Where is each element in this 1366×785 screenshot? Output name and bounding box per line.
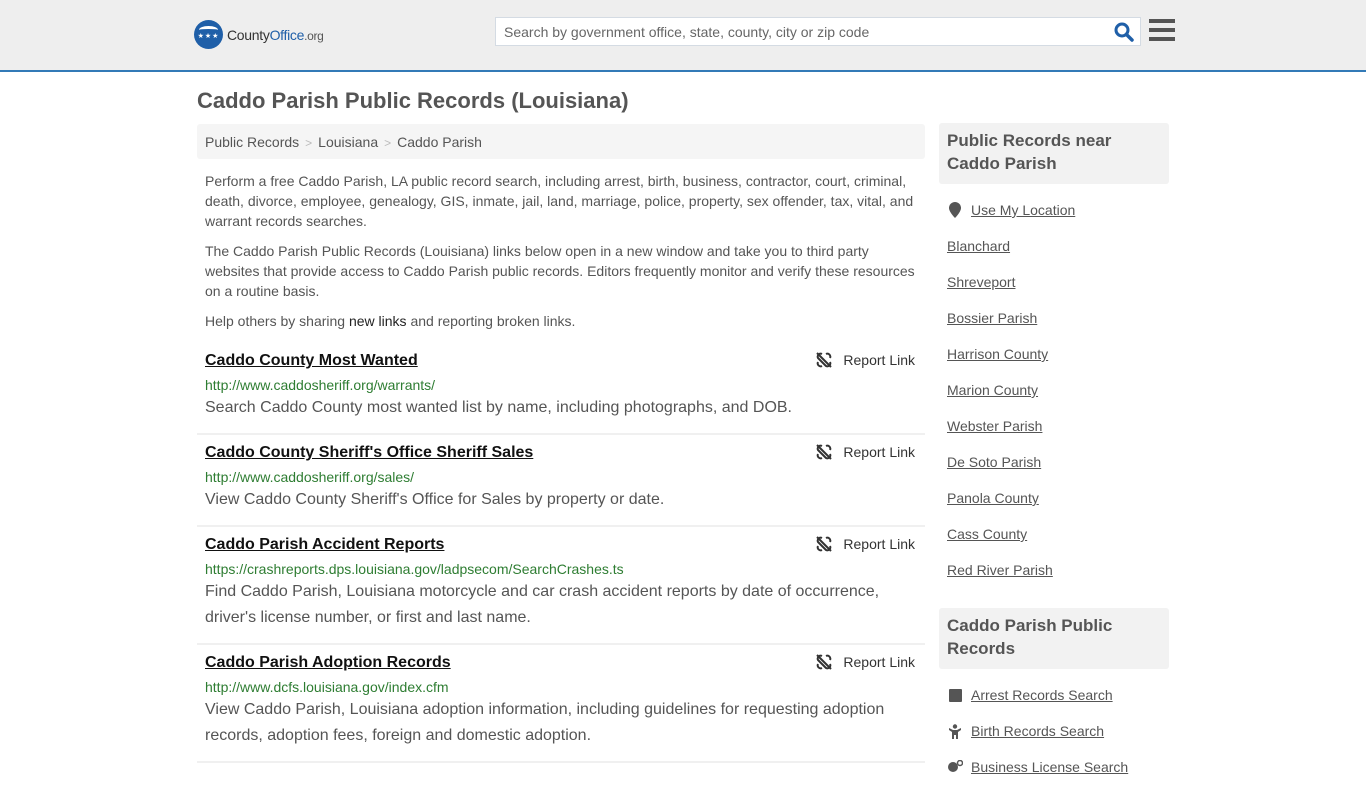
result-item: Caddo Parish Accident Reports https://cr… <box>197 527 925 645</box>
business-license-link[interactable]: Business License Search <box>971 759 1128 775</box>
report-link-button[interactable]: Report Link <box>816 352 915 368</box>
nearby-item: Shreveport <box>947 264 1161 300</box>
result-url[interactable]: http://www.caddosheriff.org/sales/ <box>205 468 917 486</box>
broken-link-icon <box>816 654 833 670</box>
nearby-link-bossier-parish[interactable]: Bossier Parish <box>947 310 1037 326</box>
search-icon <box>1114 22 1134 42</box>
intro-paragraph: Perform a free Caddo Parish, LA public r… <box>205 173 914 229</box>
nearby-link-harrison-county[interactable]: Harrison County <box>947 346 1048 362</box>
nearby-item: Blanchard <box>947 228 1161 264</box>
result-title-link[interactable]: Caddo Parish Adoption Records <box>205 653 917 673</box>
search-input[interactable] <box>496 18 1096 45</box>
sidebar: Public Records near Caddo Parish Use My … <box>939 123 1169 785</box>
breadcrumb-separator: > <box>384 136 392 150</box>
use-my-location-link[interactable]: Use My Location <box>971 202 1075 218</box>
nearby-item: Marion County <box>947 372 1161 408</box>
nearby-item: Bossier Parish <box>947 300 1161 336</box>
nearby-item: Cass County <box>947 516 1161 552</box>
records-item: Arrest Records Search <box>947 677 1161 713</box>
result-description: Search Caddo County most wanted list by … <box>205 399 792 416</box>
report-link-button[interactable]: Report Link <box>816 654 915 670</box>
records-item: Business License Search <box>947 749 1161 785</box>
nearby-item: De Soto Parish <box>947 444 1161 480</box>
birth-records-link[interactable]: Birth Records Search <box>971 723 1104 739</box>
broken-link-icon <box>816 444 833 460</box>
breadcrumb: Public Records > Louisiana > Caddo Parish <box>197 124 925 159</box>
arrest-records-link[interactable]: Arrest Records Search <box>971 687 1113 703</box>
report-link-button[interactable]: Report Link <box>816 536 915 552</box>
nearby-link-red-river-parish[interactable]: Red River Parish <box>947 562 1053 578</box>
nearby-link-shreveport[interactable]: Shreveport <box>947 274 1015 290</box>
result-item: Caddo Parish Adoption Records http://www… <box>197 645 925 763</box>
nearby-link-panola-county[interactable]: Panola County <box>947 490 1039 506</box>
parish-records-list: Arrest Records Search Birth Records Sear… <box>939 677 1169 785</box>
eagle-logo-icon: ★★★ <box>194 20 223 49</box>
nearby-link-cass-county[interactable]: Cass County <box>947 526 1027 542</box>
nearby-item: Panola County <box>947 480 1161 516</box>
result-title-link[interactable]: Caddo Parish Accident Reports <box>205 535 917 555</box>
result-url[interactable]: https://crashreports.dps.louisiana.gov/l… <box>205 560 917 578</box>
nearby-item: Harrison County <box>947 336 1161 372</box>
square-icon <box>947 688 963 702</box>
business-icon <box>947 760 963 774</box>
result-description: View Caddo Parish, Louisiana adoption in… <box>205 701 885 744</box>
results-list: Caddo County Most Wanted http://www.cadd… <box>197 343 925 763</box>
nearby-link-webster-parish[interactable]: Webster Parish <box>947 418 1042 434</box>
nearby-records-heading: Public Records near Caddo Parish <box>939 123 1169 184</box>
report-link-button[interactable]: Report Link <box>816 444 915 460</box>
breadcrumb-public-records[interactable]: Public Records <box>205 134 299 150</box>
help-paragraph: Help others by sharing new links and rep… <box>205 313 576 329</box>
result-description: View Caddo County Sheriff's Office for S… <box>205 491 665 508</box>
search-button[interactable] <box>1114 22 1134 42</box>
site-header: ★★★ CountyOffice.org <box>0 0 1366 72</box>
map-marker-icon <box>947 202 963 218</box>
search-box <box>495 17 1141 46</box>
page-title: Caddo Parish Public Records (Louisiana) <box>197 88 629 113</box>
result-item: Caddo County Sheriff's Office Sheriff Sa… <box>197 435 925 527</box>
nearby-item: Webster Parish <box>947 408 1161 444</box>
hamburger-menu-icon[interactable] <box>1149 19 1175 43</box>
result-title-link[interactable]: Caddo County Most Wanted <box>205 351 917 371</box>
nearby-link-blanchard[interactable]: Blanchard <box>947 238 1010 254</box>
new-links-link[interactable]: new links <box>349 313 407 329</box>
result-url[interactable]: http://www.dcfs.louisiana.gov/index.cfm <box>205 678 917 696</box>
broken-link-icon <box>816 536 833 552</box>
breadcrumb-caddo-parish[interactable]: Caddo Parish <box>397 134 482 150</box>
parish-records-heading: Caddo Parish Public Records <box>939 608 1169 669</box>
intro-paragraph: The Caddo Parish Public Records (Louisia… <box>205 243 915 299</box>
child-icon <box>947 723 963 739</box>
nearby-item: Red River Parish <box>947 552 1161 588</box>
breadcrumb-separator: > <box>305 136 313 150</box>
nearby-link-de-soto-parish[interactable]: De Soto Parish <box>947 454 1041 470</box>
broken-link-icon <box>816 352 833 368</box>
logo-text: CountyOffice.org <box>227 26 324 43</box>
nearby-link-marion-county[interactable]: Marion County <box>947 382 1038 398</box>
site-logo[interactable]: ★★★ CountyOffice.org <box>194 20 324 49</box>
result-url[interactable]: http://www.caddosheriff.org/warrants/ <box>205 376 917 394</box>
use-location-item: Use My Location <box>947 192 1161 228</box>
result-title-link[interactable]: Caddo County Sheriff's Office Sheriff Sa… <box>205 443 917 463</box>
result-description: Find Caddo Parish, Louisiana motorcycle … <box>205 583 880 626</box>
records-item: Birth Records Search <box>947 713 1161 749</box>
breadcrumb-louisiana[interactable]: Louisiana <box>318 134 378 150</box>
result-item: Caddo County Most Wanted http://www.cadd… <box>197 343 925 435</box>
nearby-list: Use My Location Blanchard Shreveport Bos… <box>939 192 1169 588</box>
intro-text: Perform a free Caddo Parish, LA public r… <box>205 171 920 341</box>
